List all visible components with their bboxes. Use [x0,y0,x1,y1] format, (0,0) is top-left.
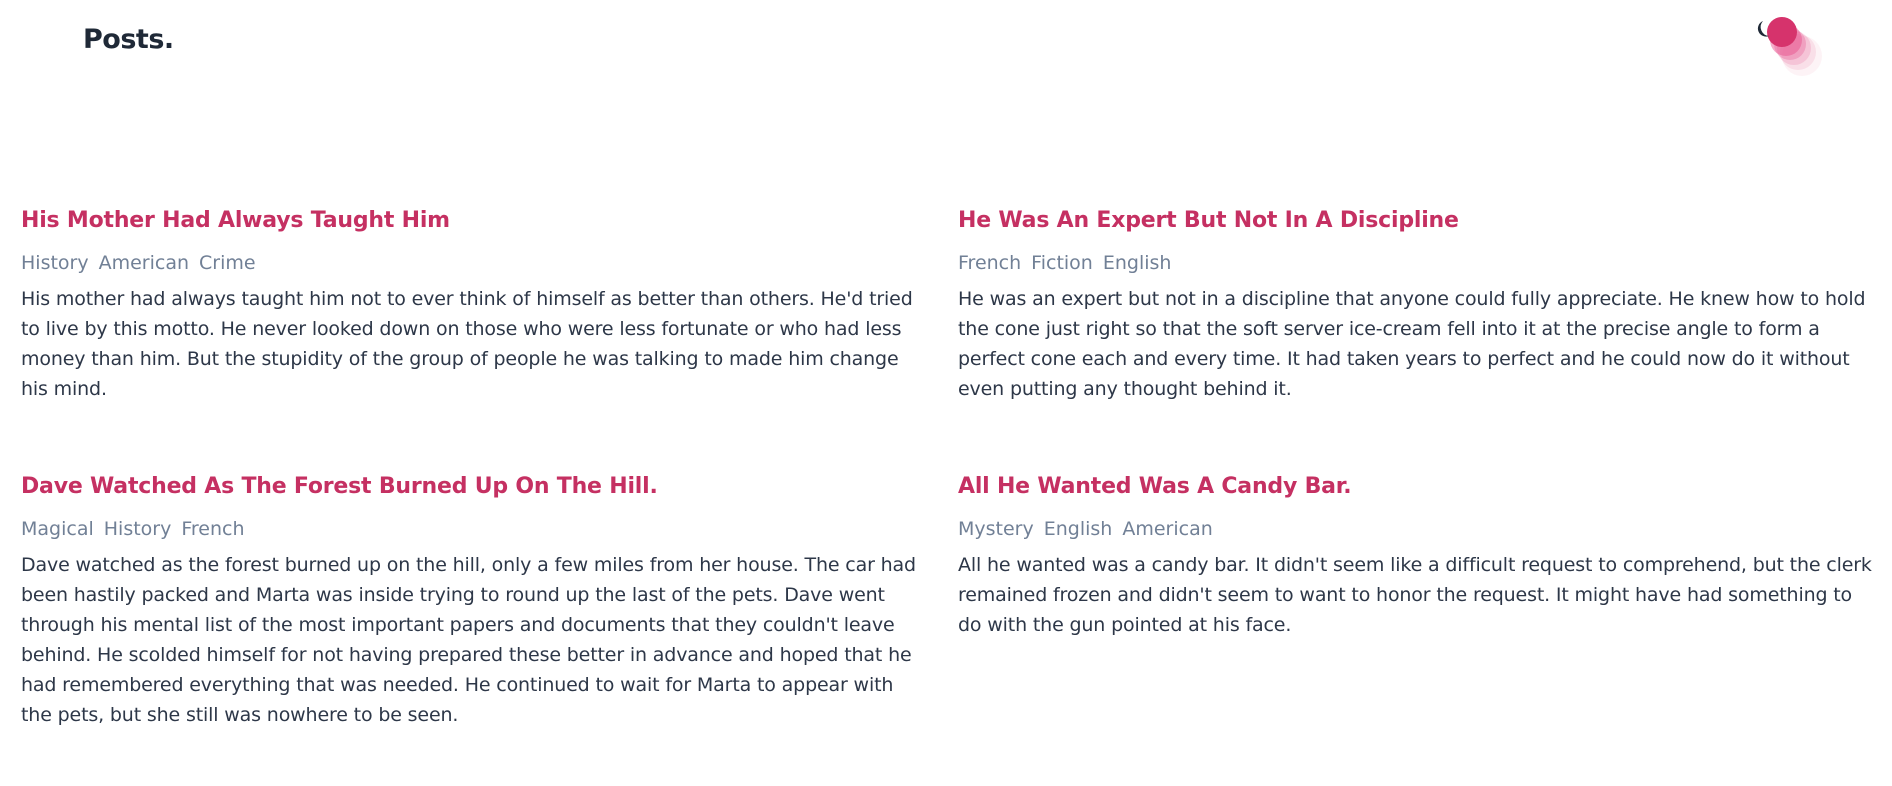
post-excerpt: Dave watched as the forest burned up on … [21,554,916,726]
post-tags: French Fiction English [958,246,1876,280]
tag-link[interactable]: English [1044,518,1113,540]
tag-link[interactable]: History [104,518,172,540]
post-excerpt: He was an expert but not in a discipline… [958,288,1866,400]
post-tags: History American Crime [21,246,921,280]
post-card: Dave Watched As The Forest Burned Up On … [21,466,921,730]
tag-link[interactable]: French [958,252,1021,274]
post-card: His Mother Had Always Taught Him History… [21,200,921,404]
site-logo[interactable]: Posts. [83,22,174,58]
tag-link[interactable]: English [1103,252,1172,274]
posts-grid: His Mother Had Always Taught Him History… [21,200,1892,730]
post-title-link[interactable]: He Was An Expert But Not In A Discipline [958,200,1459,242]
post-title-link[interactable]: His Mother Had Always Taught Him [21,200,450,242]
post-title-link[interactable]: Dave Watched As The Forest Burned Up On … [21,466,658,508]
post-card: He Was An Expert But Not In A Discipline… [958,200,1876,404]
moon-icon [1757,17,1822,76]
tag-link[interactable]: Mystery [958,518,1034,540]
tag-link[interactable]: Magical [21,518,94,540]
post-excerpt: His mother had always taught him not to … [21,288,913,400]
tag-link[interactable]: History [21,252,89,274]
tag-link[interactable]: Crime [199,252,256,274]
post-excerpt: All he wanted was a candy bar. It didn't… [958,554,1872,636]
theme-toggle-button[interactable] [1748,12,1844,82]
tag-link[interactable]: American [1122,518,1212,540]
post-title-link[interactable]: All He Wanted Was A Candy Bar. [958,466,1352,508]
post-card: All He Wanted Was A Candy Bar. Mystery En… [958,466,1876,730]
tag-link[interactable]: French [181,518,244,540]
post-tags: Mystery English American [958,512,1876,546]
tag-link[interactable]: American [99,252,189,274]
site-header: Posts. [0,0,1892,90]
tag-link[interactable]: Fiction [1031,252,1093,274]
post-tags: Magical History French [21,512,921,546]
